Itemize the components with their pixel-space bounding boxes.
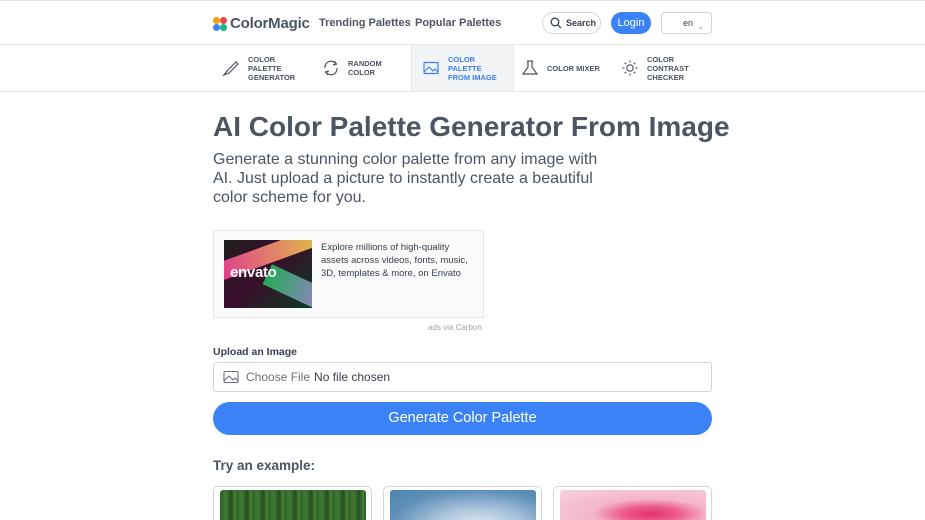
refresh-icon xyxy=(324,60,338,76)
tool-label-line: COLOR xyxy=(647,54,675,64)
file-status: No file chosen xyxy=(314,370,391,384)
search-icon xyxy=(550,17,562,29)
image-icon xyxy=(423,61,439,75)
example-card-sky[interactable] xyxy=(383,486,542,520)
sun-icon xyxy=(622,60,638,76)
tool-label-line: GENERATOR xyxy=(248,72,296,82)
ad-image[interactable]: envato xyxy=(224,240,312,308)
search-button[interactable]: Search xyxy=(542,12,601,34)
nav-popular-palettes[interactable]: Popular Palettes xyxy=(415,17,501,29)
tool-label-line: COLOR xyxy=(348,68,376,77)
file-upload-input[interactable]: Choose File No file chosen xyxy=(213,362,712,392)
logo-icon xyxy=(213,16,227,31)
tool-label-line: COLOR MIXER xyxy=(547,63,600,73)
page-subtitle: Generate a stunning color palette from a… xyxy=(213,151,598,206)
logo[interactable]: ColorMagic xyxy=(213,15,310,32)
page-title: AI Color Palette Generator From Image xyxy=(213,111,730,142)
nav-trending-palettes[interactable]: Trending Palettes xyxy=(319,17,411,29)
examples-title: Try an example: xyxy=(213,458,316,473)
language-value: en xyxy=(683,18,694,28)
tool-color-contrast-checker[interactable]: COLOR CONTRAST CHECKER xyxy=(621,45,689,91)
tool-color-palette-generator[interactable]: COLOR PALETTE GENERATOR xyxy=(222,45,295,91)
tool-label-line: FROM IMAGE xyxy=(448,72,497,82)
language-select[interactable]: en ⌄ xyxy=(661,12,712,34)
choose-file-button[interactable]: Choose File xyxy=(246,370,310,384)
tool-random-color[interactable]: RANDOM COLOR xyxy=(322,45,382,91)
tool-color-palette-from-image[interactable]: COLOR PALETTE FROM IMAGE xyxy=(411,45,514,91)
upload-label: Upload an Image xyxy=(213,346,298,358)
example-card-forest[interactable] xyxy=(213,486,372,520)
tool-label-line: CHECKER xyxy=(647,72,685,82)
ad-via-link[interactable]: ads via Carbon xyxy=(428,323,482,332)
image-icon xyxy=(223,370,239,384)
tool-label-line: PALETTE xyxy=(448,63,482,73)
tool-label-line: CONTRAST xyxy=(647,63,689,73)
example-card-tulip[interactable] xyxy=(553,486,712,520)
chevron-down-icon: ⌄ xyxy=(697,22,704,31)
tools-bar: COLOR PALETTE GENERATOR RANDOM COLOR COL… xyxy=(0,45,925,92)
search-label: Search xyxy=(566,18,597,28)
tulip-thumbnail xyxy=(560,490,706,520)
tool-label-line: COLOR xyxy=(248,54,276,64)
sky-thumbnail xyxy=(390,490,536,520)
tool-label-line: RANDOM xyxy=(348,59,382,68)
tool-label-line: PALETTE xyxy=(248,63,282,73)
generate-palette-button[interactable]: Generate Color Palette xyxy=(213,402,712,435)
brush-icon xyxy=(222,61,239,77)
tool-color-mixer[interactable]: COLOR MIXER xyxy=(521,45,600,91)
tool-label-line: COLOR xyxy=(448,54,476,64)
carbon-ad[interactable]: envato Explore millions of high-quality … xyxy=(213,230,484,318)
flask-icon xyxy=(521,60,539,75)
login-button[interactable]: Login xyxy=(611,12,651,34)
forest-thumbnail xyxy=(220,490,366,520)
logo-text: ColorMagic xyxy=(230,15,310,32)
ad-text[interactable]: Explore millions of high-quality assets … xyxy=(321,241,479,280)
ad-brand: envato xyxy=(230,264,277,281)
site-header: ColorMagic Trending Palettes Popular Pal… xyxy=(0,0,925,45)
